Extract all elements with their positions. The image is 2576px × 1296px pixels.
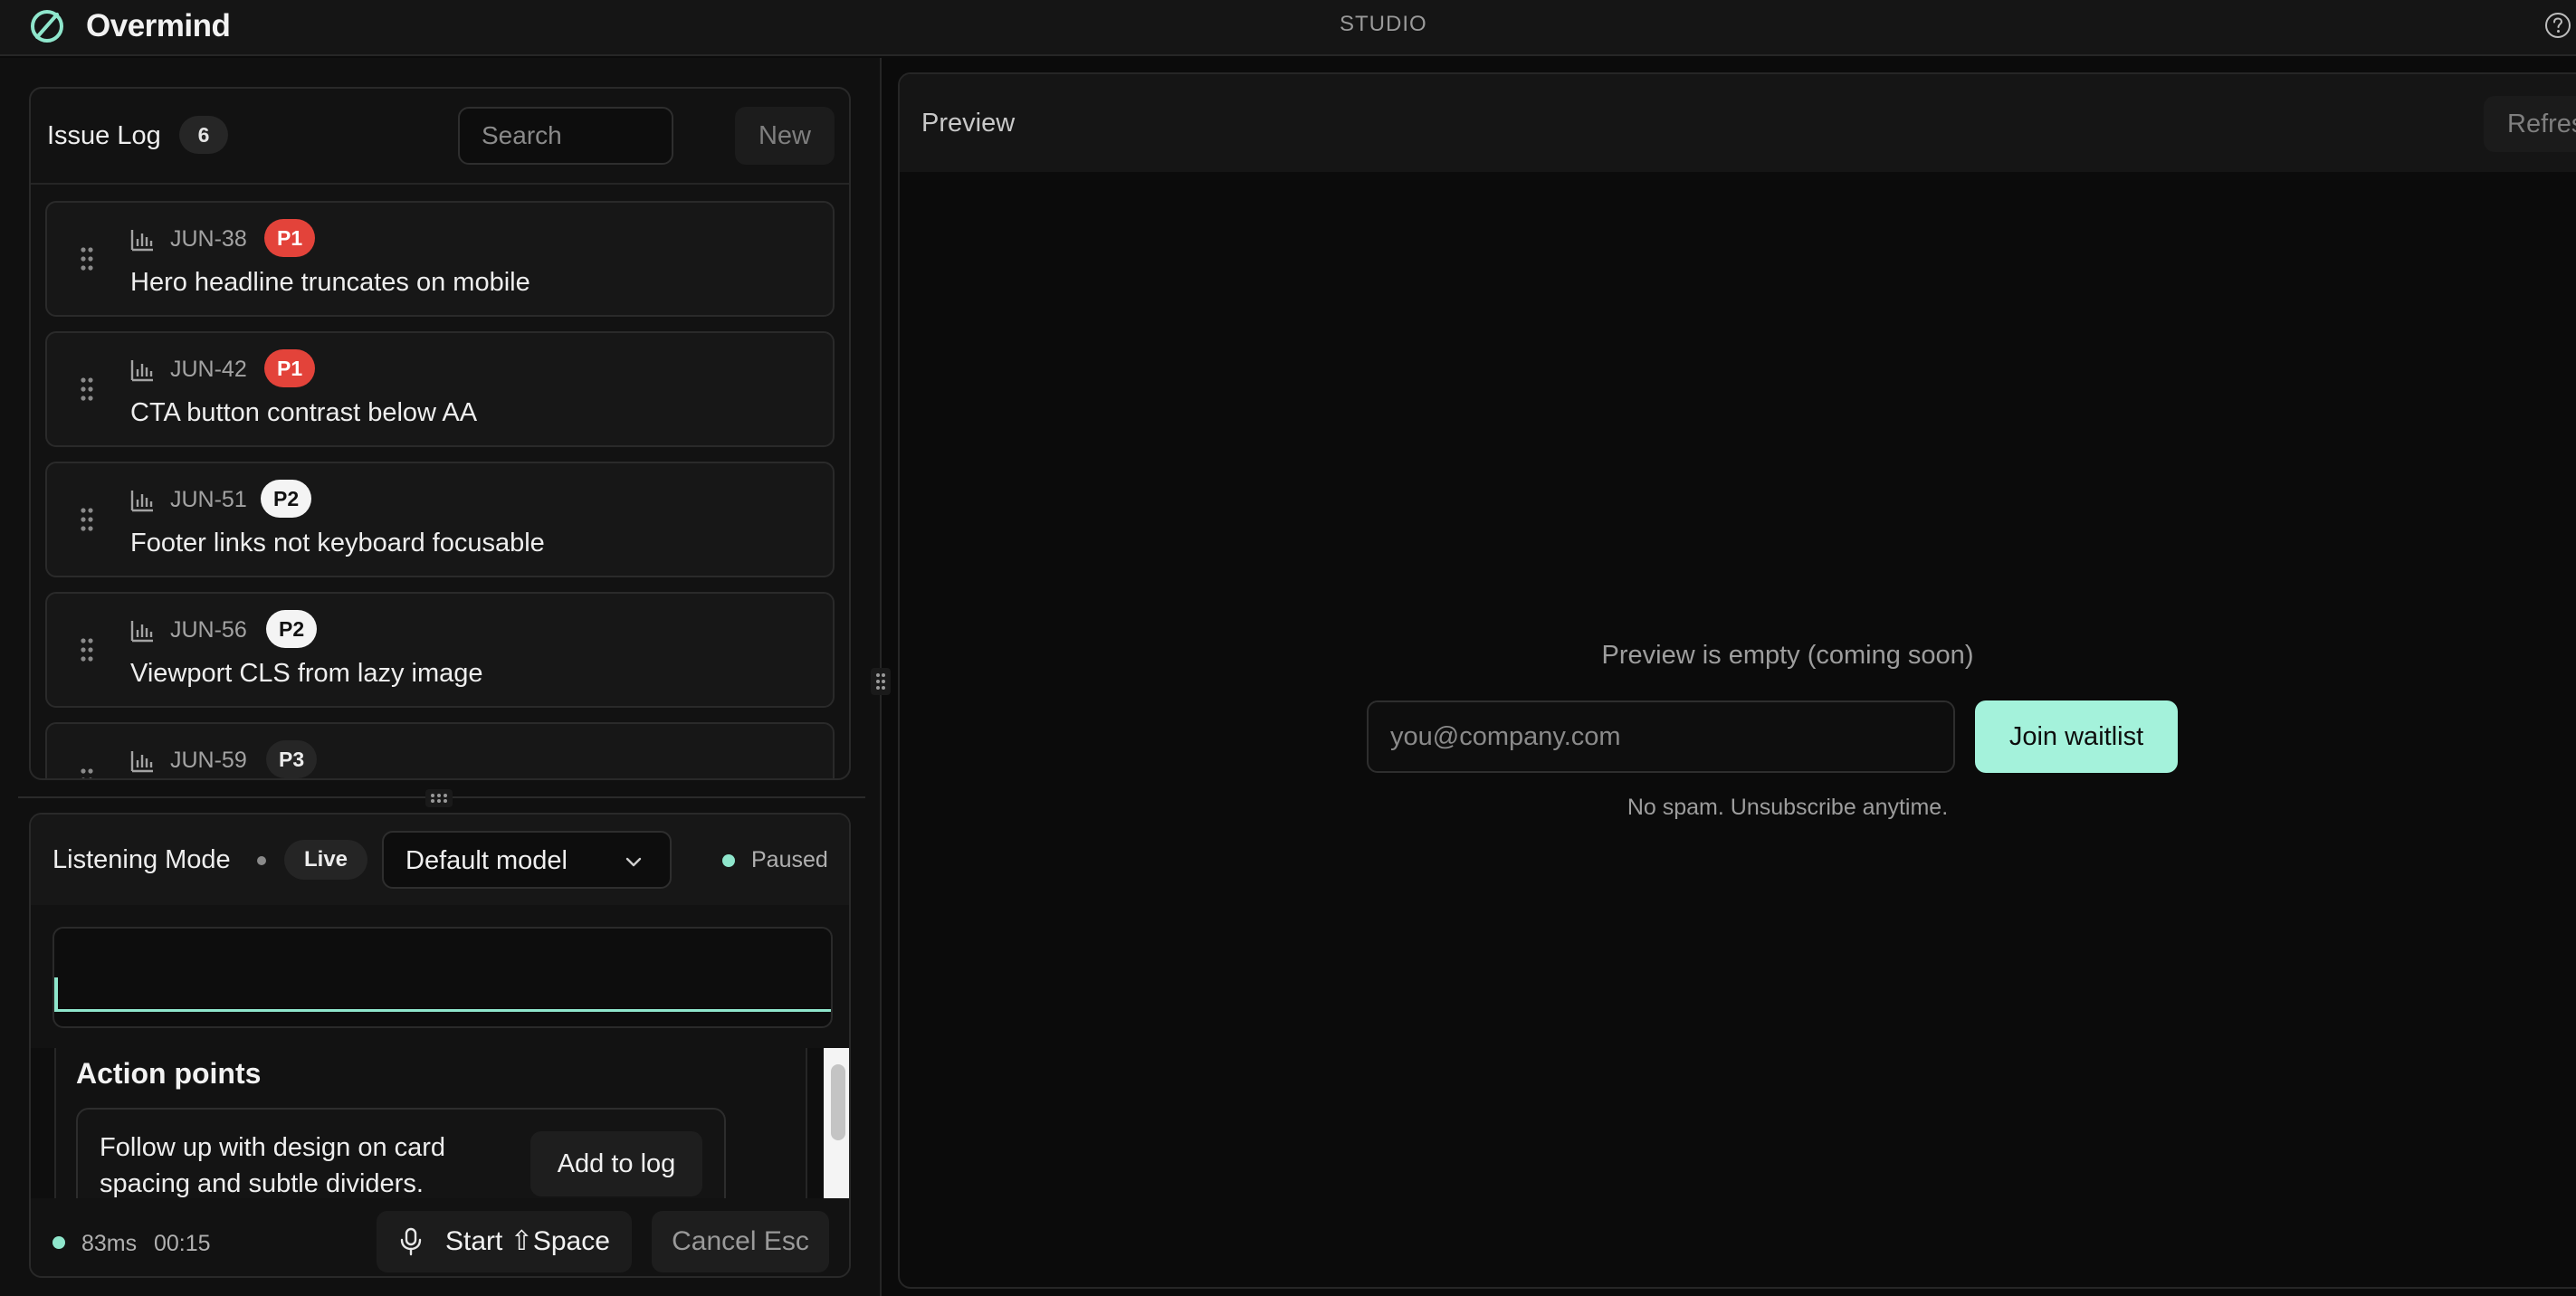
add-to-log-button[interactable]: Add to log: [530, 1131, 702, 1196]
new-issue-button[interactable]: New: [735, 107, 835, 165]
drag-handle-icon[interactable]: [80, 246, 94, 272]
refresh-button[interactable]: Refresh: [2484, 96, 2576, 152]
issue-id: JUN-42: [170, 357, 247, 382]
status-dot: [722, 854, 735, 867]
issue-row[interactable]: JUN-42 P1 CTA button contrast below AA: [45, 331, 835, 447]
action-points-title: Action points: [76, 1057, 262, 1090]
action-point-item: Follow up with design on card spacing an…: [76, 1108, 726, 1198]
app-name: Overmind: [86, 8, 231, 43]
fine-print: No spam. Unsubscribe anytime.: [1627, 795, 1949, 820]
issue-title: Viewport CLS from lazy image: [130, 659, 483, 688]
issue-count-badge: 6: [179, 116, 228, 154]
top-bar: Overmind STUDIO: [0, 0, 2576, 56]
resize-handle-icon[interactable]: [871, 668, 891, 695]
bar-chart-icon: [130, 360, 153, 382]
action-points-area: Action points Follow up with design on c…: [31, 1048, 849, 1198]
logo-icon: [31, 10, 63, 43]
bar-chart-icon: [130, 491, 153, 512]
mode-label: STUDIO: [1340, 12, 1427, 36]
model-select[interactable]: Default model: [382, 831, 672, 889]
priority-badge: P1: [264, 349, 316, 387]
latency-readout: 83ms: [81, 1231, 138, 1256]
preview-title: Preview: [921, 109, 1016, 138]
issue-row[interactable]: JUN-38 P1 Hero headline truncates on mob…: [45, 201, 835, 317]
issue-id: JUN-38: [170, 226, 247, 252]
email-field[interactable]: [1367, 700, 1955, 773]
listening-status: Paused: [751, 847, 828, 872]
join-waitlist-button[interactable]: Join waitlist: [1975, 700, 2178, 773]
listening-title: Listening Mode: [52, 845, 231, 874]
issue-row[interactable]: JUN-51 P2 Footer links not keyboard focu…: [45, 462, 835, 577]
drag-handle-icon[interactable]: [80, 507, 94, 532]
listening-header: Listening Mode Live Default model Paused: [31, 815, 849, 905]
mic-icon: [400, 1227, 422, 1256]
issue-row[interactable]: JUN-56 P2 Viewport CLS from lazy image: [45, 592, 835, 708]
issue-title: Hero headline truncates on mobile: [130, 268, 530, 297]
cancel-button[interactable]: Cancel Esc: [652, 1211, 829, 1272]
issue-id: JUN-51: [170, 487, 247, 512]
priority-badge: P3: [266, 740, 318, 778]
issue-log-title: Issue Log: [47, 121, 161, 150]
bar-chart-icon: [130, 230, 153, 252]
issue-id: JUN-56: [170, 617, 247, 643]
issue-log-panel: Issue Log 6 New JUN-38 P1 Hero headline …: [29, 87, 851, 780]
issue-title: CTA button contrast below AA: [130, 398, 478, 427]
bar-chart-icon: [130, 621, 153, 643]
live-badge: Live: [284, 840, 367, 880]
model-select-value: Default model: [405, 846, 568, 875]
help-icon[interactable]: [2543, 11, 2572, 40]
priority-badge: P2: [261, 480, 312, 518]
preview-panel: Preview Refresh Preview is empty (coming…: [898, 72, 2576, 1289]
start-button-label: Start ⇧Space: [445, 1226, 610, 1256]
transcript-caret: [54, 977, 58, 1012]
issue-list[interactable]: JUN-38 P1 Hero headline truncates on mob…: [31, 185, 849, 780]
drag-handle-icon[interactable]: [80, 376, 94, 402]
chevron-down-icon: [625, 857, 642, 867]
issue-title: Footer links not keyboard focusable: [130, 529, 545, 557]
drag-handle-icon[interactable]: [80, 637, 94, 662]
drag-handle-icon[interactable]: [80, 767, 94, 780]
latency-dot: [52, 1236, 65, 1249]
action-point-text: Follow up with design on card spacing an…: [100, 1133, 446, 1198]
priority-badge: P1: [264, 219, 316, 257]
issue-row[interactable]: JUN-59 P3: [45, 722, 835, 780]
priority-badge: P2: [266, 610, 318, 648]
bar-chart-icon: [130, 751, 153, 773]
search-input[interactable]: [458, 107, 673, 165]
preview-header: Preview Refresh: [900, 74, 2576, 172]
preview-empty-text: Preview is empty (coming soon): [1601, 641, 1974, 670]
listening-footer: 83ms 00:15 Start ⇧Space Cancel Esc: [31, 1198, 849, 1276]
separator-dot: [257, 856, 266, 865]
transcript-box[interactable]: [52, 927, 833, 1028]
start-button[interactable]: Start ⇧Space: [377, 1211, 632, 1272]
elapsed-timer: 00:15: [154, 1231, 211, 1256]
issue-id: JUN-59: [170, 748, 247, 773]
issue-log-header: Issue Log 6 New: [31, 89, 849, 185]
scrollbar-thumb[interactable]: [831, 1064, 845, 1140]
resize-handle-icon[interactable]: [425, 789, 453, 807]
transcript-level-bar: [54, 1009, 831, 1012]
listening-panel: Listening Mode Live Default model Paused…: [29, 813, 851, 1278]
